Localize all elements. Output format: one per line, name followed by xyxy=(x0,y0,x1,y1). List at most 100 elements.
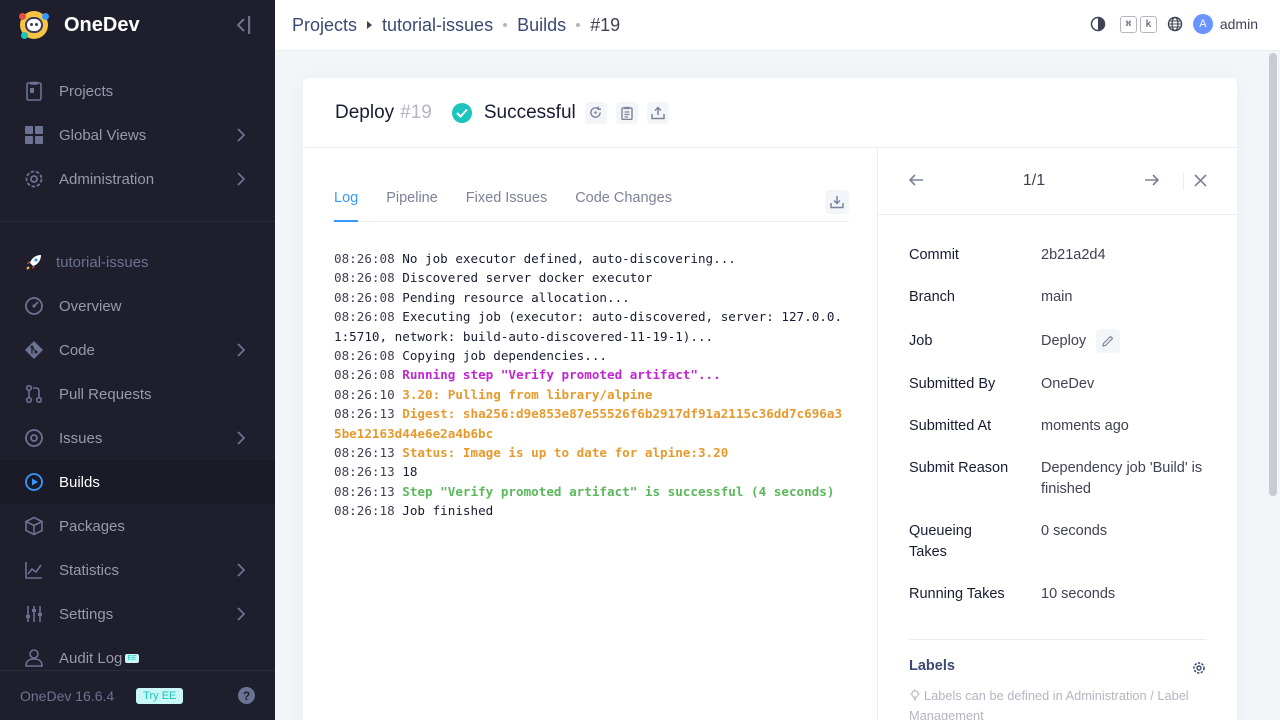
brand-name: OneDev xyxy=(64,13,140,36)
log-line: 08:26:13 Status: Image is up to date for… xyxy=(334,445,729,461)
promote-button[interactable] xyxy=(646,101,669,124)
log-line: 08:26:10 3.20: Pulling from library/alpi… xyxy=(334,386,653,402)
job-link[interactable]: Deploy xyxy=(1041,333,1086,349)
edit-job-button[interactable] xyxy=(1096,329,1121,353)
sidebar-item-code[interactable]: Code xyxy=(0,328,275,372)
log-pane: Log Pipeline Fixed Issues Code Changes 0… xyxy=(303,148,878,720)
sidebar-item-global-views[interactable]: Global Views xyxy=(0,113,275,157)
cmd-key: ⌘ xyxy=(1119,15,1137,33)
rebuild-button[interactable] xyxy=(584,101,607,124)
play-circle-icon xyxy=(24,472,44,492)
build-log: 08:26:08 No job executor defined, auto-d… xyxy=(334,249,849,521)
scrollbar-thumb[interactable] xyxy=(1269,53,1277,496)
brand[interactable]: OneDev xyxy=(0,0,275,50)
command-palette-shortcut[interactable]: ⌘ k xyxy=(1119,15,1157,33)
breadcrumb-builds[interactable]: Builds xyxy=(517,15,566,36)
help-icon[interactable]: ? xyxy=(238,687,255,704)
chevron-right-icon xyxy=(237,172,245,186)
sidebar-item-administration[interactable]: Administration xyxy=(0,157,275,201)
prop-key: Job xyxy=(909,332,933,349)
log-line: 08:26:13 Digest: sha256:d9e853e87e55526f… xyxy=(334,406,843,441)
sidebar-item-issues[interactable]: Issues xyxy=(0,416,275,460)
sidebar-item-settings[interactable]: Settings xyxy=(0,592,275,636)
sidebar-item-label: Global Views xyxy=(59,126,147,144)
onedev-logo-icon xyxy=(19,11,49,39)
breadcrumb-dot-separator xyxy=(576,23,581,27)
labels-title: Labels xyxy=(909,658,955,674)
sidebar-project-header[interactable]: tutorial-issues xyxy=(0,240,275,284)
topbar: Projects tutorial-issues Builds #19 ⌘ k … xyxy=(275,0,1280,51)
chevron-right-icon xyxy=(237,343,245,357)
tab-log[interactable]: Log xyxy=(334,186,359,222)
arrow-right-icon[interactable] xyxy=(1144,172,1160,188)
collapse-sidebar-icon[interactable] xyxy=(233,14,253,36)
sidebar-divider xyxy=(0,221,275,222)
k-key: k xyxy=(1139,15,1157,33)
tab-fixed-issues[interactable]: Fixed Issues xyxy=(466,186,547,222)
prop-key: Submitted By xyxy=(909,376,996,392)
prop-value: 10 seconds xyxy=(1041,586,1116,602)
prop-commit: Commit 2b21a2d4 xyxy=(909,245,1206,266)
breadcrumb-arrow-icon xyxy=(367,21,373,29)
project-name: tutorial-issues xyxy=(56,253,149,271)
prop-queueing-takes: Queueing Takes 0 seconds xyxy=(909,521,1206,563)
prop-branch: Branch main xyxy=(909,287,1206,308)
build-job-name: Deploy xyxy=(335,101,395,123)
branch-link[interactable]: main xyxy=(1041,287,1206,308)
rebuild-icon xyxy=(590,106,602,118)
avatar[interactable]: A xyxy=(1192,14,1213,34)
sidebar-item-label: Pull Requests xyxy=(59,385,152,403)
dark-mode-toggle-icon[interactable] xyxy=(1090,16,1106,32)
issues-icon xyxy=(24,428,44,448)
package-icon xyxy=(24,516,44,536)
pull-request-icon xyxy=(24,384,44,404)
breadcrumb-dot-separator xyxy=(503,23,508,27)
sidebar-item-pull-requests[interactable]: Pull Requests xyxy=(0,372,275,416)
prop-key: Branch xyxy=(909,289,955,305)
build-properties: Commit 2b21a2d4 Branch main Job Deploy S… xyxy=(909,245,1206,605)
upload-icon xyxy=(650,105,665,119)
git-icon xyxy=(24,340,44,360)
log-line: 08:26:08 Executing job (executor: auto-d… xyxy=(334,309,843,344)
log-line: 08:26:13 Step "Verify promoted artifact"… xyxy=(334,483,835,499)
chevron-right-icon xyxy=(237,128,245,142)
sidebar-item-builds[interactable]: Builds xyxy=(0,460,275,504)
build-spec-button[interactable] xyxy=(615,101,638,124)
prop-value: OneDev xyxy=(1041,376,1095,392)
prop-key: Queueing Takes xyxy=(909,523,972,560)
prop-submitted-at: Submitted At moments ago xyxy=(909,416,1206,437)
log-line: 08:26:08 Running step "Verify promoted a… xyxy=(334,367,721,383)
close-icon[interactable] xyxy=(1194,174,1207,187)
try-ee-button[interactable]: Try EE xyxy=(136,687,184,704)
sidebar-item-packages[interactable]: Packages xyxy=(0,504,275,548)
build-pager: 1/1 xyxy=(878,148,1237,215)
chart-icon xyxy=(24,560,44,580)
log-line: 08:26:08 Copying job dependencies... xyxy=(334,348,607,364)
sidebar-footer: OneDev 16.6.4 Try EE ? xyxy=(0,670,275,720)
chevron-right-icon xyxy=(237,607,245,621)
download-log-button[interactable] xyxy=(825,190,849,214)
breadcrumb-build-number: #19 xyxy=(590,14,621,35)
log-line: 08:26:08 No job executor defined, auto-d… xyxy=(334,251,736,266)
sidebar-item-overview[interactable]: Overview xyxy=(0,284,275,328)
sidebar-item-statistics[interactable]: Statistics xyxy=(0,548,275,592)
tab-pipeline[interactable]: Pipeline xyxy=(386,186,438,222)
page-scrollbar[interactable] xyxy=(1266,51,1280,720)
user-icon xyxy=(24,648,44,668)
prop-submitted-by: Submitted By OneDev xyxy=(909,374,1206,395)
breadcrumb-project[interactable]: tutorial-issues xyxy=(382,15,493,36)
tab-code-changes[interactable]: Code Changes xyxy=(575,186,672,222)
commit-link[interactable]: 2b21a2d4 xyxy=(1041,245,1206,266)
sidebar-item-projects[interactable]: Projects xyxy=(0,69,275,113)
ee-badge: EE xyxy=(125,653,139,663)
download-icon xyxy=(830,196,844,209)
sidebar-item-label: Issues xyxy=(59,429,103,447)
gear-icon[interactable] xyxy=(1192,661,1206,675)
globe-icon[interactable] xyxy=(1167,16,1183,32)
sliders-icon xyxy=(24,604,44,624)
user-name[interactable]: admin xyxy=(1220,16,1258,32)
prop-running-takes: Running Takes 10 seconds xyxy=(909,584,1206,605)
breadcrumb-projects[interactable]: Projects xyxy=(292,15,357,36)
sidebar-item-label: Projects xyxy=(59,82,114,100)
prop-key: Running Takes xyxy=(909,586,1005,602)
